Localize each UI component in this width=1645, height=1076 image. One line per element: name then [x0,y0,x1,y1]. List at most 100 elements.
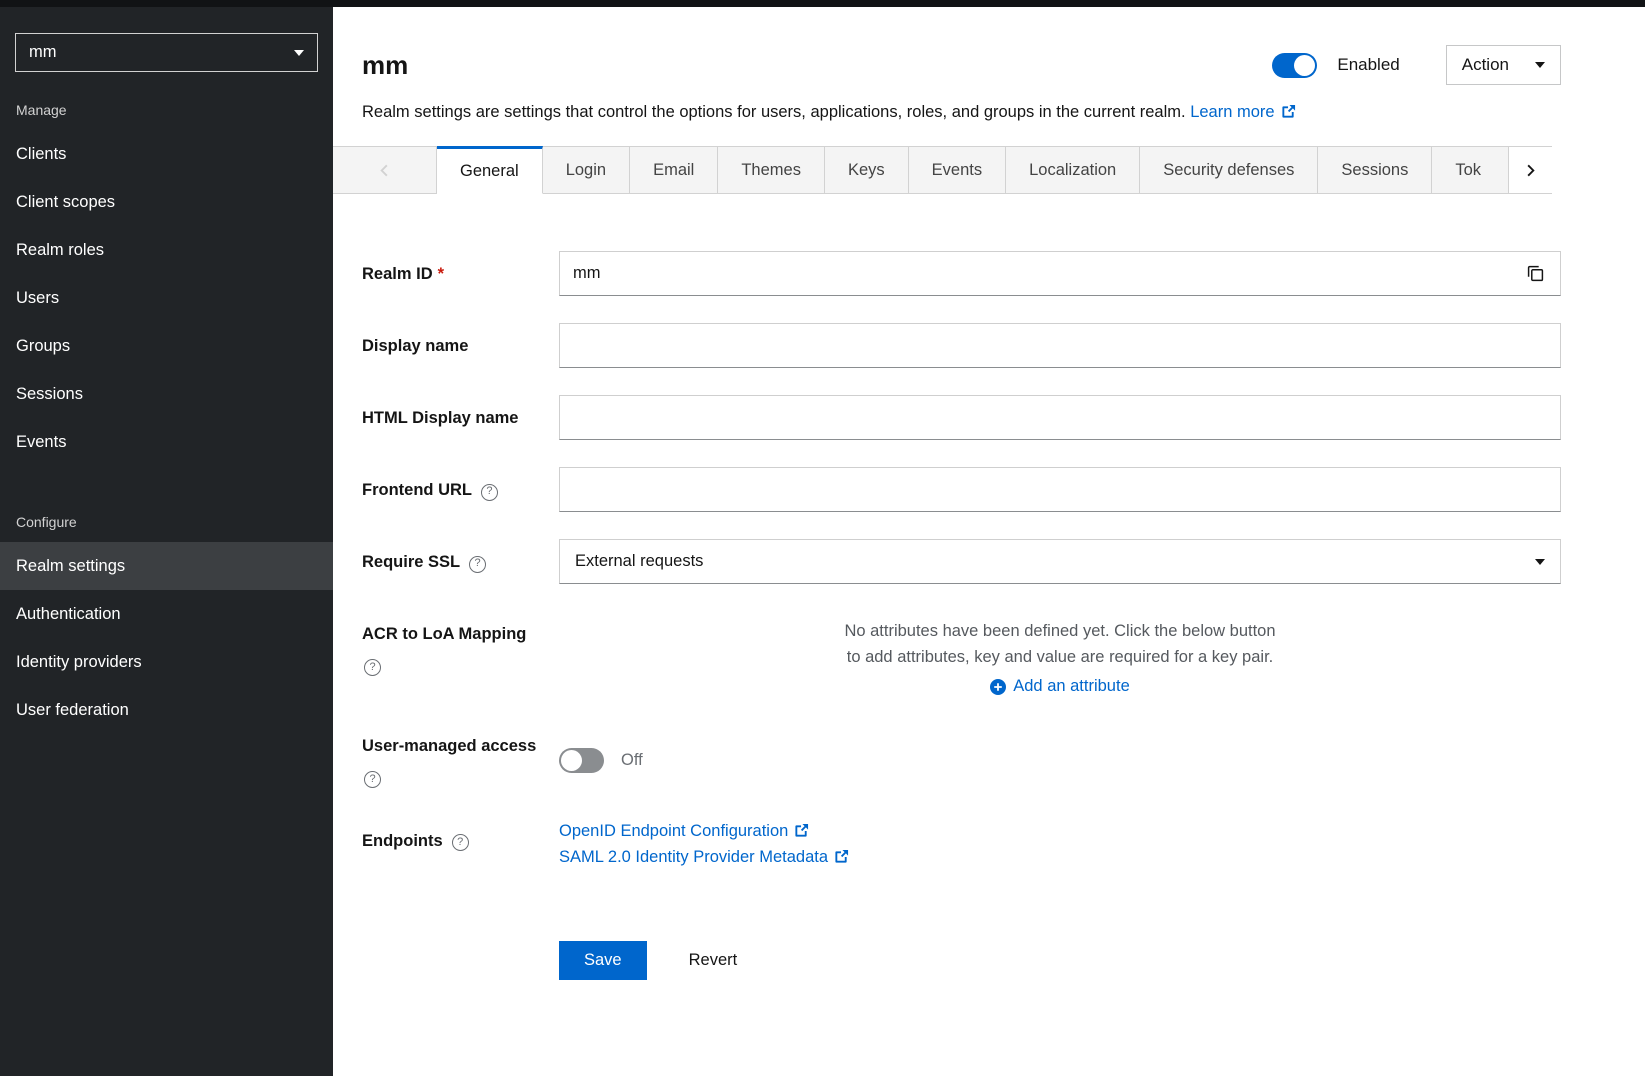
openid-endpoint-configuration-link[interactable]: OpenID Endpoint Configuration [559,822,1561,841]
tab-general[interactable]: General [437,146,543,194]
revert-button[interactable]: Revert [689,951,738,970]
tab-security-defenses[interactable]: Security defenses [1140,146,1318,194]
plus-circle-icon [990,679,1006,695]
action-dropdown-button[interactable]: Action [1446,45,1561,85]
actions-row-spacer [362,901,559,980]
frontend-url-input[interactable] [559,467,1561,512]
chevron-down-icon [294,50,304,56]
tab-label: Sessions [1341,161,1408,180]
sidebar-item-groups[interactable]: Groups [0,322,333,370]
sidebar-item-authentication[interactable]: Authentication [0,590,333,638]
tab-label: Localization [1029,161,1116,180]
realm-id-label: Realm ID* [362,251,559,296]
display-name-label: Display name [362,323,559,368]
tab-keys[interactable]: Keys [825,146,909,194]
main-content: mm Enabled Action Realm settings are set… [333,7,1645,1076]
tab-label: Events [932,161,982,180]
user-managed-access-state: Off [621,751,643,770]
sidebar-item-clients[interactable]: Clients [0,130,333,178]
tab-label: General [460,162,519,181]
tab-label: Login [566,161,606,180]
html-display-name-label: HTML Display name [362,395,559,440]
learn-more-label: Learn more [1190,103,1274,121]
tab-label: Security defenses [1163,161,1294,180]
learn-more-link[interactable]: Learn more [1190,103,1295,121]
copy-button[interactable] [1510,252,1560,295]
tab-events[interactable]: Events [909,146,1006,194]
enabled-label: Enabled [1337,55,1399,75]
require-ssl-label: Require SSL? [362,539,559,584]
realm-selector-value: mm [29,43,57,62]
general-settings-form: Realm ID* Display name HTML Display name [362,251,1561,980]
chevron-right-icon [1523,163,1538,178]
toggle-knob [1294,55,1315,76]
realm-selector[interactable]: mm [15,33,318,72]
sidebar-item-user-federation[interactable]: User federation [0,686,333,734]
masthead-bar [0,0,1645,7]
endpoint-link-label: SAML 2.0 Identity Provider Metadata [559,848,828,866]
require-ssl-select[interactable]: External requests [559,539,1561,584]
tab-tokens[interactable]: Tok [1432,146,1508,194]
tab-login[interactable]: Login [543,146,630,194]
realm-id-input-group [559,251,1561,296]
nav-heading-configure: Configure [0,466,333,542]
nav-heading-manage: Manage [0,72,333,130]
tab-themes[interactable]: Themes [718,146,825,194]
sidebar-item-realm-settings[interactable]: Realm settings [0,542,333,590]
external-link-icon [834,849,849,864]
copy-icon [1527,265,1544,282]
add-attribute-button[interactable]: Add an attribute [990,677,1130,696]
display-name-input[interactable] [559,323,1561,368]
sidebar-nav-manage: Clients Client scopes Realm roles Users … [0,130,333,466]
require-ssl-selected-value: External requests [575,552,703,571]
help-icon[interactable]: ? [469,556,486,573]
acr-loa-mapping-label: ACR to LoA Mapping ? [362,611,559,696]
user-managed-access-toggle[interactable] [559,748,604,773]
tab-sessions[interactable]: Sessions [1318,146,1432,194]
sidebar-item-identity-providers[interactable]: Identity providers [0,638,333,686]
frontend-url-label: Frontend URL? [362,467,559,512]
tab-label: Keys [848,161,885,180]
add-attribute-label: Add an attribute [1013,677,1130,696]
required-indicator: * [438,265,444,283]
tabs-spacer [1552,146,1645,194]
sidebar-item-users[interactable]: Users [0,274,333,322]
tabs-scroll-right-button[interactable] [1508,146,1552,194]
help-icon[interactable]: ? [452,834,469,851]
chevron-left-icon [377,163,392,178]
tabs-scroll-left-button[interactable] [333,146,437,194]
endpoint-link-label: OpenID Endpoint Configuration [559,822,788,840]
realm-id-input[interactable] [560,252,1510,295]
saml-identity-provider-metadata-link[interactable]: SAML 2.0 Identity Provider Metadata [559,848,1561,867]
help-icon[interactable]: ? [364,659,381,676]
acr-loa-mapping-empty-state: No attributes have been defined yet. Cli… [559,611,1561,696]
external-link-icon [794,823,809,838]
acr-empty-text: No attributes have been defined yet. Cli… [838,619,1283,670]
user-managed-access-label: User-managed access ? [362,723,559,790]
tab-localization[interactable]: Localization [1006,146,1140,194]
action-label: Action [1462,55,1509,75]
help-icon[interactable]: ? [481,484,498,501]
tab-label: Email [653,161,694,180]
page-header: mm Enabled Action Realm settings are set… [333,7,1645,124]
endpoints-label: Endpoints? [362,818,559,874]
sidebar-nav-configure: Realm settings Authentication Identity p… [0,542,333,734]
external-link-icon [1281,104,1296,119]
toggle-knob [561,750,582,771]
sidebar-item-realm-roles[interactable]: Realm roles [0,226,333,274]
tab-label: Tok [1455,161,1481,180]
tab-email[interactable]: Email [630,146,718,194]
sidebar-item-client-scopes[interactable]: Client scopes [0,178,333,226]
realm-settings-tabs: General Login Email Themes Keys Events L… [333,146,1645,194]
realm-enabled-toggle[interactable] [1272,53,1317,78]
sidebar-item-sessions[interactable]: Sessions [0,370,333,418]
help-icon[interactable]: ? [364,771,381,788]
save-button[interactable]: Save [559,941,647,980]
sidebar-item-events[interactable]: Events [0,418,333,466]
page-title: mm [362,50,408,81]
html-display-name-input[interactable] [559,395,1561,440]
chevron-down-icon [1535,559,1545,565]
sidebar: mm Manage Clients Client scopes Realm ro… [0,7,333,1076]
chevron-down-icon [1535,62,1545,68]
realm-settings-description: Realm settings are settings that control… [362,103,1186,121]
